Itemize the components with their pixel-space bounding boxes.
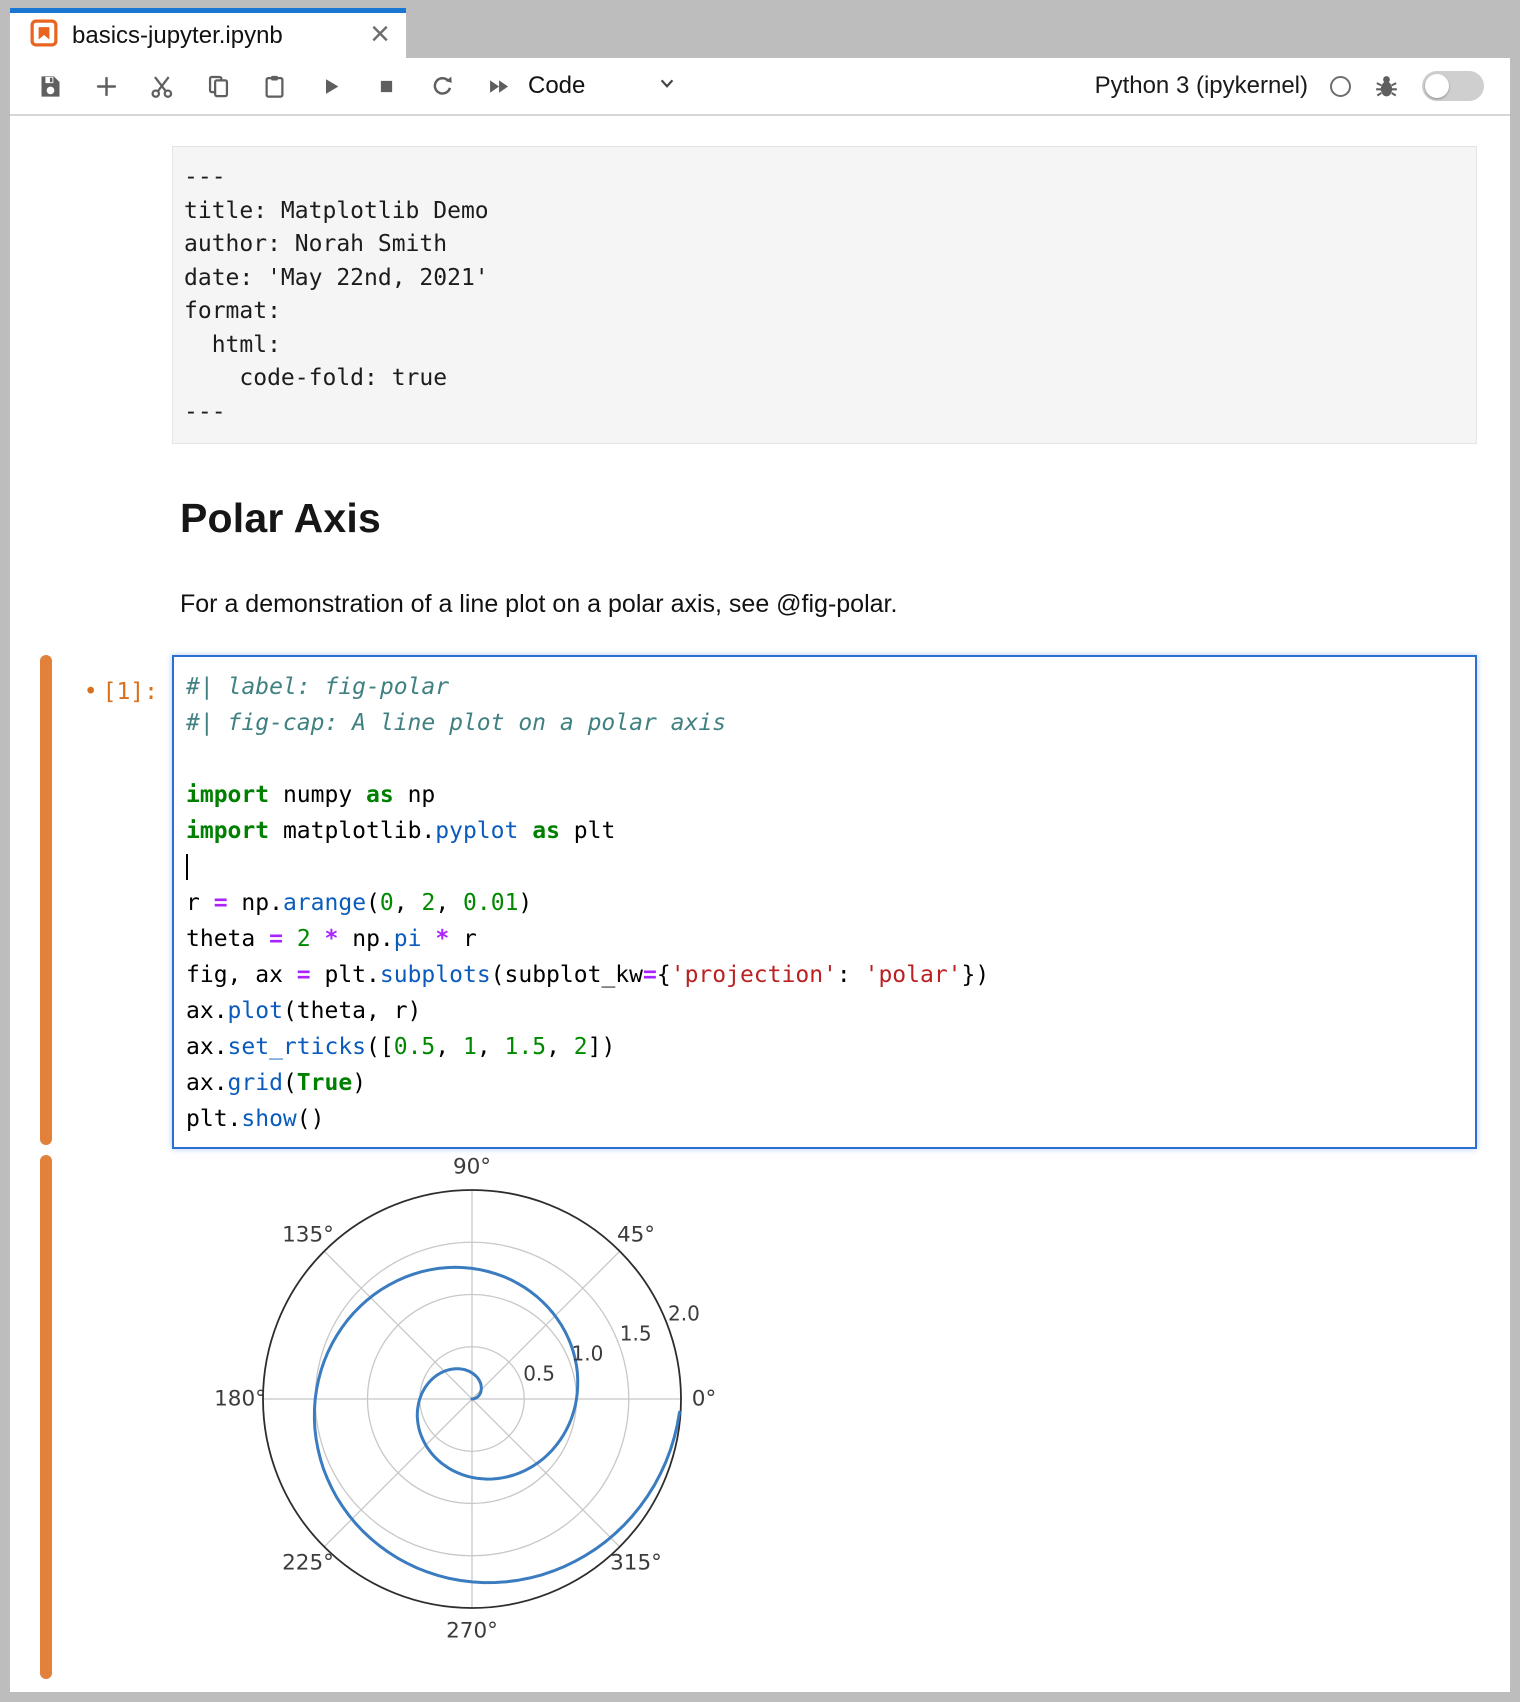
code-line: ax.set_rticks([0.5, 1, 1.5, 2]): [186, 1029, 1463, 1065]
kernel-name[interactable]: Python 3 (ipykernel): [1095, 72, 1308, 100]
code-line: ax.plot(theta, r): [186, 993, 1463, 1029]
raw-line: author: Norah Smith: [184, 228, 1476, 262]
cell-type-value: Code: [528, 72, 585, 100]
raw-cell-gutter: [10, 146, 172, 444]
copy-cells-button[interactable]: [204, 72, 232, 100]
floppy-icon: [37, 73, 64, 100]
code-cell-gutter: •[1]:: [10, 655, 172, 1149]
markdown-cell-gutter: [10, 444, 172, 621]
svg-text:270°: 270°: [446, 1619, 498, 1644]
raw-line: ---: [184, 396, 1476, 430]
svg-text:90°: 90°: [453, 1155, 491, 1180]
toolbar-right: Python 3 (ipykernel): [1095, 71, 1510, 101]
polar-plot: 0° 45° 90° 135° 180° 225° 270° 315° 0.5 1.0 1.5 2.0: [172, 1155, 932, 1685]
svg-text:135°: 135°: [282, 1223, 334, 1248]
code-line: fig, ax = plt.subplots(subplot_kw={'proj…: [186, 957, 1463, 993]
raw-line: title: Matplotlib Demo: [184, 195, 1476, 229]
raw-line: format:: [184, 295, 1476, 329]
polar-plot-output: 0° 45° 90° 135° 180° 225° 270° 315° 0.5 1.0 1.5 2.0: [172, 1155, 932, 1685]
restart-kernel-button[interactable]: [428, 72, 456, 100]
restart-icon: [429, 73, 456, 100]
copy-icon: [205, 73, 232, 100]
svg-text:0°: 0°: [692, 1387, 716, 1412]
svg-text:1.5: 1.5: [620, 1321, 652, 1345]
tab-basics-jupyter[interactable]: basics-jupyter.ipynb ×: [10, 8, 406, 58]
input-collapser[interactable]: [40, 655, 52, 1145]
text-cursor: [186, 854, 188, 880]
cut-cells-button[interactable]: [148, 72, 176, 100]
execution-prompt: •[1]:: [84, 679, 158, 705]
close-icon[interactable]: ×: [370, 17, 390, 51]
svg-text:315°: 315°: [610, 1551, 662, 1576]
code-line: import matplotlib.pyplot as plt: [186, 813, 1463, 849]
tab-title: basics-jupyter.ipynb: [72, 22, 370, 50]
plus-icon: [93, 73, 120, 100]
kernel-idle-circle-icon: [1330, 76, 1351, 97]
markdown-paragraph: For a demonstration of a line plot on a …: [172, 587, 1477, 621]
notebook-icon: [30, 19, 58, 52]
code-line: r = np.arange(0, 2, 0.01): [186, 885, 1463, 921]
notebook-window: basics-jupyter.ipynb × Code Python 3 (ip…: [10, 8, 1510, 1692]
svg-text:0.5: 0.5: [523, 1361, 555, 1385]
code-line: plt.show(): [186, 1101, 1463, 1137]
notebook-content: ---title: Matplotlib Demoauthor: Norah S…: [10, 116, 1510, 1692]
code-line: theta = 2 * np.pi * r: [186, 921, 1463, 957]
notebook-toolbar: Code Python 3 (ipykernel): [10, 58, 1510, 116]
raw-cell-editor[interactable]: ---title: Matplotlib Demoauthor: Norah S…: [172, 146, 1477, 444]
code-line: #| fig-cap: A line plot on a polar axis: [186, 705, 1463, 741]
output-area: 0° 45° 90° 135° 180° 225° 270° 315° 0.5 1.0 1.5 2.0: [10, 1155, 1510, 1685]
code-line: #| label: fig-polar: [186, 669, 1463, 705]
cell-type-dropdown[interactable]: Code: [528, 70, 680, 103]
execution-count: [1]:: [103, 679, 158, 705]
svg-text:1.0: 1.0: [571, 1341, 603, 1365]
play-icon: [317, 73, 344, 100]
code-line: [186, 741, 1463, 777]
interrupt-kernel-button[interactable]: [372, 72, 400, 100]
debugger-toggle[interactable]: [1422, 71, 1484, 101]
run-cell-button[interactable]: [316, 72, 344, 100]
tab-bar: basics-jupyter.ipynb ×: [10, 8, 1510, 58]
page-title: Polar Axis: [172, 494, 1477, 542]
raw-line: ---: [184, 161, 1476, 195]
code-editor[interactable]: #| label: fig-polar#| fig-cap: A line pl…: [172, 655, 1477, 1149]
markdown-cell[interactable]: Polar Axis For a demonstration of a line…: [10, 444, 1510, 621]
toolbar-buttons: [36, 72, 512, 100]
save-button[interactable]: [36, 72, 64, 100]
toggle-knob: [1425, 74, 1449, 98]
scissors-icon: [149, 73, 176, 100]
clipboard-icon: [261, 73, 288, 100]
code-line: ax.grid(True): [186, 1065, 1463, 1101]
bug-icon[interactable]: [1373, 73, 1400, 100]
svg-text:225°: 225°: [282, 1551, 334, 1576]
code-line: [186, 849, 1463, 885]
code-line: import numpy as np: [186, 777, 1463, 813]
fast-forward-icon: [485, 73, 512, 100]
output-gutter: [10, 1155, 172, 1685]
add-cell-button[interactable]: [92, 72, 120, 100]
svg-text:45°: 45°: [617, 1223, 655, 1248]
raw-cell: ---title: Matplotlib Demoauthor: Norah S…: [10, 146, 1510, 444]
raw-line: code-fold: true: [184, 362, 1476, 396]
chevron-down-icon: [654, 70, 680, 103]
svg-text:2.0: 2.0: [668, 1301, 700, 1325]
dirty-indicator: •: [84, 679, 98, 705]
paste-cells-button[interactable]: [260, 72, 288, 100]
spiral-line: [314, 1267, 679, 1582]
stop-icon: [373, 73, 400, 100]
code-cell: •[1]: #| label: fig-polar#| fig-cap: A l…: [10, 655, 1510, 1149]
output-collapser[interactable]: [40, 1155, 52, 1679]
run-all-cells-button[interactable]: [484, 72, 512, 100]
svg-text:180°: 180°: [214, 1387, 266, 1412]
raw-line: html:: [184, 329, 1476, 363]
raw-line: date: 'May 22nd, 2021': [184, 262, 1476, 296]
